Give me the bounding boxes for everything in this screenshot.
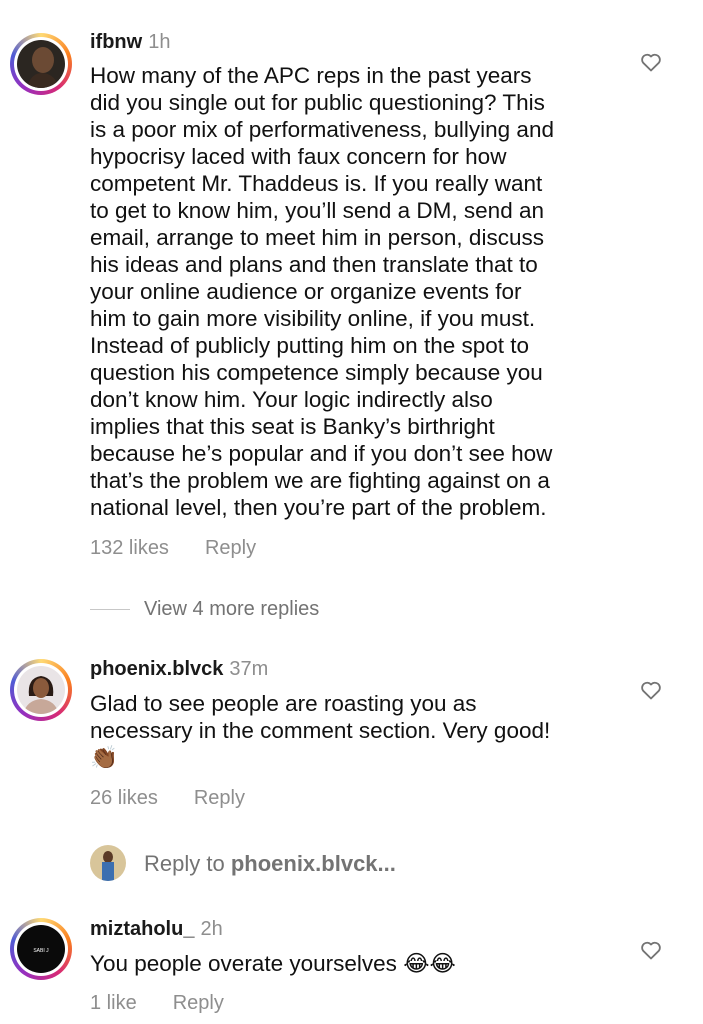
reply-to-label: Reply to phoenix.blvck... (144, 851, 396, 877)
comment-text: You people overate yourselves 😂😂 (90, 951, 456, 976)
comment-meta: 132 likes Reply (90, 536, 256, 560)
reply-button[interactable]: Reply (205, 537, 256, 559)
timestamp: 2h (200, 918, 223, 940)
heart-outline-icon[interactable] (639, 938, 663, 962)
like-count[interactable]: 132 likes (90, 537, 169, 559)
reply-button[interactable]: Reply (194, 787, 245, 809)
comment-text: How many of the APC reps in the past yea… (90, 63, 554, 520)
reply-to-username: phoenix.blvck... (230, 851, 396, 876)
view-more-replies-button[interactable]: View 4 more replies (90, 597, 319, 621)
comment-header: phoenix.blvck 37m (90, 657, 268, 681)
avatar-logo-text: SABI J (33, 948, 49, 954)
comment-text: Glad to see people are roasting you as n… (90, 691, 551, 770)
like-count[interactable]: 1 like (90, 992, 137, 1014)
reply-to-prefix: Reply to (144, 851, 231, 876)
comment-header: ifbnw 1h (90, 30, 170, 54)
comment-meta: 1 like Reply (90, 991, 224, 1015)
divider (90, 609, 130, 611)
timestamp: 1h (148, 31, 171, 53)
username[interactable]: phoenix.blvck (90, 658, 223, 680)
story-ring[interactable] (10, 659, 72, 721)
reply-button[interactable]: Reply (173, 992, 224, 1014)
timestamp: 37m (229, 658, 269, 680)
avatar[interactable] (17, 40, 65, 88)
heart-outline-icon[interactable] (639, 678, 663, 702)
comment-meta: 26 likes Reply (90, 786, 245, 810)
comment-header: miztaholu_ 2h (90, 917, 223, 941)
avatar[interactable]: SABI J (17, 925, 65, 973)
like-count[interactable]: 26 likes (90, 787, 158, 809)
story-ring[interactable] (10, 33, 72, 95)
username[interactable]: miztaholu_ (90, 918, 194, 940)
view-more-label: View 4 more replies (144, 598, 320, 620)
username[interactable]: ifbnw (90, 31, 142, 53)
comment-item: ifbnw 1h How many of the APC reps in the … (0, 0, 703, 580)
heart-outline-icon[interactable] (639, 50, 663, 74)
story-ring[interactable]: SABI J (10, 918, 72, 980)
avatar[interactable] (17, 666, 65, 714)
avatar (90, 845, 126, 881)
